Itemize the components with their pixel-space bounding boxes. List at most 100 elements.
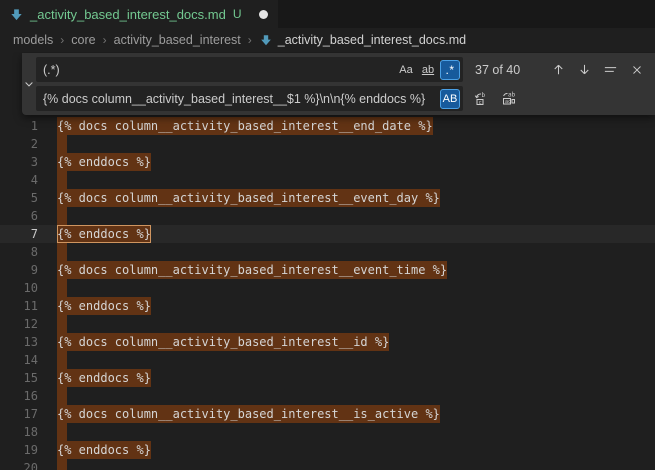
breadcrumb-item-core[interactable]: core xyxy=(71,33,95,47)
editor-line-8[interactable]: 8 xyxy=(0,243,655,261)
toggle-replace-button[interactable] xyxy=(22,53,36,115)
editor-line-3[interactable]: 3 {% enddocs %} xyxy=(0,153,655,171)
line-number: 8 xyxy=(0,243,38,261)
editor-line-14[interactable]: 14 xyxy=(0,351,655,369)
line-number: 15 xyxy=(0,369,38,387)
find-match: {% docs column__activity_based_interest_… xyxy=(57,117,433,135)
line-number: 16 xyxy=(0,387,38,405)
editor-line-11[interactable]: 11{% enddocs %} xyxy=(0,297,655,315)
editor-line-2[interactable]: 2 xyxy=(0,135,655,153)
breadcrumb: models › core › activity_based_interest … xyxy=(0,28,655,52)
find-match: {% docs column__activity_based_interest_… xyxy=(57,189,440,207)
replace-row: {% docs column__activity_based_interest_… xyxy=(36,86,647,111)
editor-line-20[interactable]: 20 xyxy=(0,459,655,470)
arrow-up-icon xyxy=(551,62,566,77)
line-content xyxy=(57,243,67,261)
editor-pane[interactable]: 1 {% docs column__activity_based_interest… xyxy=(0,52,655,470)
editor-line-10[interactable]: 10 xyxy=(0,279,655,297)
whole-word-toggle[interactable]: ab xyxy=(418,60,438,80)
editor-line-1[interactable]: 1 {% docs column__activity_based_interest… xyxy=(0,117,655,135)
find-nav-buttons xyxy=(548,59,647,80)
line-content xyxy=(57,135,67,153)
modified-indicator-dot[interactable] xyxy=(259,10,268,19)
line-number: 3 xyxy=(0,153,38,171)
find-match xyxy=(57,459,67,470)
line-content xyxy=(57,315,67,333)
arrow-down-icon xyxy=(577,62,592,77)
breadcrumb-item-activity-based-interest[interactable]: activity_based_interest xyxy=(114,33,241,47)
svg-text:c: c xyxy=(478,99,481,105)
breadcrumb-item-file[interactable]: _activity_based_interest_docs.md xyxy=(259,33,466,47)
tab-activity-based-interest-docs[interactable]: _activity_based_interest_docs.md U xyxy=(0,0,278,28)
find-match: {% enddocs %} xyxy=(57,153,151,171)
line-content xyxy=(57,279,67,297)
regex-toggle[interactable]: .* xyxy=(440,60,460,80)
find-match: {% docs column__activity_based_interest_… xyxy=(57,333,389,351)
editor-line-7[interactable]: 7 {% enddocs %} xyxy=(0,225,655,243)
line-content: {% docs column__activity_based_interest_… xyxy=(57,405,440,423)
replace-icon: b c xyxy=(474,91,490,107)
tab-filename: _activity_based_interest_docs.md xyxy=(30,7,226,22)
editor-line-13[interactable]: 13 {% docs column__activity_based_interes… xyxy=(0,333,655,351)
line-content: {% enddocs %} xyxy=(57,441,151,459)
line-content xyxy=(57,207,67,225)
svg-text:ac: ac xyxy=(505,99,511,105)
line-number: 6 xyxy=(0,207,38,225)
find-options: Aa ab .* xyxy=(396,60,460,80)
line-number: 7 xyxy=(0,225,38,243)
line-number: 5 xyxy=(0,189,38,207)
line-number: 12 xyxy=(0,315,38,333)
find-in-selection-button[interactable] xyxy=(600,59,621,80)
editor-line-17[interactable]: 17 {% docs column__activity_based_interes… xyxy=(0,405,655,423)
next-match-button[interactable] xyxy=(574,59,595,80)
replace-buttons: b c ab xyxy=(471,88,519,109)
editor-line-19[interactable]: 19 {% enddocs %} xyxy=(0,441,655,459)
find-match: {% enddocs %} xyxy=(57,297,151,315)
editor-line-9[interactable]: 9{% docs column__activity_based_interest… xyxy=(0,261,655,279)
find-match: {% docs column__activity_based_interest_… xyxy=(57,405,440,423)
line-content: {% enddocs %} xyxy=(57,369,151,387)
find-match xyxy=(57,207,67,225)
editor-line-15[interactable]: 15 {% enddocs %} xyxy=(0,369,655,387)
preserve-case-toggle[interactable]: AB xyxy=(440,89,460,109)
breadcrumb-separator: › xyxy=(103,33,107,47)
replace-one-button[interactable]: b c xyxy=(471,88,492,109)
line-number: 1 xyxy=(0,117,38,135)
editor-line-5[interactable]: 5 {% docs column__activity_based_interest… xyxy=(0,189,655,207)
line-content: {% docs column__activity_based_interest_… xyxy=(57,117,433,135)
line-number: 4 xyxy=(0,171,38,189)
previous-match-button[interactable] xyxy=(548,59,569,80)
match-count: 37 of 40 xyxy=(475,63,520,77)
editor-line-16[interactable]: 16 xyxy=(0,387,655,405)
find-replace-widget: (.*) Aa ab .* 37 of 40 xyxy=(22,53,655,115)
breadcrumb-item-models[interactable]: models xyxy=(13,33,53,47)
line-number: 17 xyxy=(0,405,38,423)
line-content xyxy=(57,351,67,369)
line-number: 13 xyxy=(0,333,38,351)
line-number: 19 xyxy=(0,441,38,459)
line-number: 10 xyxy=(0,279,38,297)
line-content xyxy=(57,171,67,189)
line-content: {% docs column__activity_based_interest_… xyxy=(57,189,440,207)
current-find-match: {% enddocs %} xyxy=(57,225,151,243)
editor-line-6[interactable]: 6 xyxy=(0,207,655,225)
replace-input[interactable]: {% docs column__activity_based_interest_… xyxy=(36,86,463,111)
line-content: {% enddocs %} xyxy=(57,153,151,171)
editor-line-18[interactable]: 18 xyxy=(0,423,655,441)
find-match xyxy=(57,171,67,189)
editor-lines: 1 {% docs column__activity_based_interest… xyxy=(0,117,655,470)
line-number: 20 xyxy=(0,459,38,470)
line-number: 2 xyxy=(0,135,38,153)
find-input[interactable]: (.*) Aa ab .* xyxy=(36,57,463,82)
find-match: {% enddocs %} xyxy=(57,441,151,459)
find-match xyxy=(57,243,67,261)
match-case-toggle[interactable]: Aa xyxy=(396,60,416,80)
markdown-file-icon xyxy=(9,7,24,22)
replace-all-button[interactable]: ab ac xyxy=(498,88,519,109)
close-find-button[interactable] xyxy=(626,59,647,80)
editor-line-12[interactable]: 12 xyxy=(0,315,655,333)
breadcrumb-separator: › xyxy=(248,33,252,47)
replace-value-text: {% docs column__activity_based_interest_… xyxy=(43,92,440,106)
editor-line-4[interactable]: 4 xyxy=(0,171,655,189)
find-query-text: (.*) xyxy=(43,63,396,77)
